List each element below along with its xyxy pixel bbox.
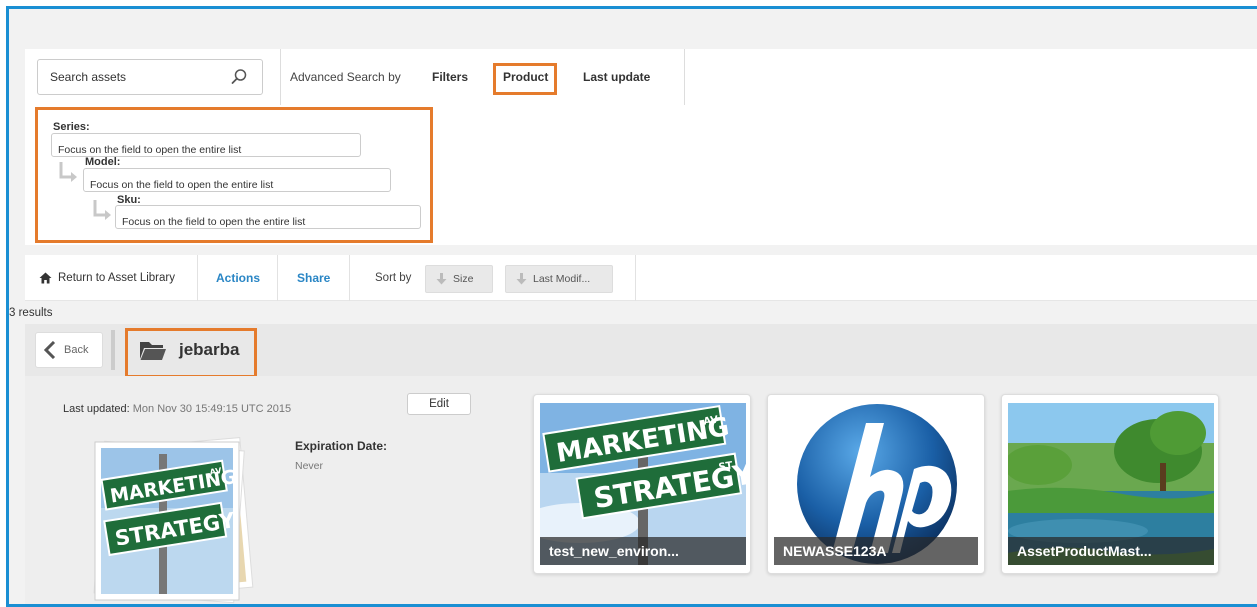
- series-field[interactable]: [51, 133, 361, 157]
- divider: [111, 330, 115, 370]
- asset-name: AssetProductMast...: [1008, 537, 1214, 565]
- divider: [280, 49, 281, 105]
- asset-name: NEWASSE123A: [774, 537, 978, 565]
- model-label: Model:: [85, 156, 121, 168]
- chevron-left-icon: [44, 341, 56, 359]
- home-icon: [39, 272, 52, 284]
- folder-preview-image: MARKETING AV STRATEGY: [93, 437, 254, 604]
- back-button[interactable]: Back: [35, 332, 103, 368]
- folder-header: Back jebarba: [25, 324, 1257, 378]
- divider: [684, 49, 685, 105]
- search-panel: Advanced Search by Filters Product Last …: [25, 49, 1257, 245]
- sku-field[interactable]: [115, 205, 421, 229]
- search-input[interactable]: [38, 60, 218, 94]
- folder-title: jebarba: [125, 330, 239, 370]
- asset-name: test_new_environ...: [540, 537, 746, 565]
- sort-size-button[interactable]: Size: [425, 265, 493, 293]
- folder-icon: [140, 342, 166, 360]
- share-button[interactable]: Share: [297, 255, 330, 301]
- back-label: Back: [64, 344, 89, 356]
- folder-details: Last updated: Mon Nov 30 15:49:15 UTC 20…: [25, 376, 1257, 604]
- arrow-down-icon: [436, 273, 447, 285]
- sort-by-label: Sort by: [375, 272, 412, 284]
- results-count: 3 results: [9, 307, 53, 319]
- folder-thumbnail-stack: MARKETING AV STRATEGY: [85, 434, 255, 604]
- asset-card[interactable]: NEWASSE123A: [767, 394, 985, 574]
- search-icon[interactable]: [230, 68, 248, 86]
- tab-filters[interactable]: Filters: [432, 70, 468, 84]
- svg-text:AV: AV: [703, 415, 720, 428]
- asset-card[interactable]: AssetProductMast...: [1001, 394, 1219, 574]
- series-label: Series:: [53, 121, 90, 133]
- actions-label: Actions: [216, 271, 261, 285]
- tab-last-update[interactable]: Last update: [583, 70, 650, 84]
- divider: [197, 255, 198, 301]
- product-tab-highlight: [493, 63, 557, 95]
- actions-button[interactable]: Actions: [216, 255, 260, 301]
- divider: [349, 255, 350, 301]
- model-field[interactable]: [83, 168, 391, 192]
- arrow-down-icon: [516, 273, 527, 285]
- app-window: Advanced Search by Filters Product Last …: [6, 6, 1257, 607]
- return-to-library-button[interactable]: Return to Asset Library: [39, 255, 175, 301]
- last-updated-value: Mon Nov 30 15:49:15 UTC 2015: [132, 403, 292, 415]
- edit-button[interactable]: Edit: [407, 393, 471, 415]
- svg-text:ST: ST: [718, 460, 734, 473]
- share-label: Share: [297, 271, 331, 285]
- folder-name: jebarba: [179, 340, 240, 359]
- sort-last-modified-button[interactable]: Last Modif...: [505, 265, 613, 293]
- asset-card[interactable]: MARKETING AV STRATEGY ST test_new_enviro…: [533, 394, 751, 574]
- advanced-search-label: Advanced Search by: [290, 70, 401, 84]
- top-band: [9, 9, 1257, 49]
- child-arrow-icon: [59, 162, 77, 182]
- expiration-value: Never: [295, 460, 324, 472]
- product-fields: Series: Model: Sku:: [27, 107, 425, 241]
- divider: [635, 255, 636, 301]
- last-updated: Last updated: Mon Nov 30 15:49:15 UTC 20…: [63, 403, 292, 415]
- search-box[interactable]: [37, 59, 263, 95]
- child-arrow-icon: [93, 200, 111, 220]
- toolbar: Return to Asset Library Actions Share So…: [25, 255, 1257, 301]
- return-label: Return to Asset Library: [58, 272, 175, 284]
- expiration-label: Expiration Date:: [295, 439, 388, 453]
- divider: [277, 255, 278, 301]
